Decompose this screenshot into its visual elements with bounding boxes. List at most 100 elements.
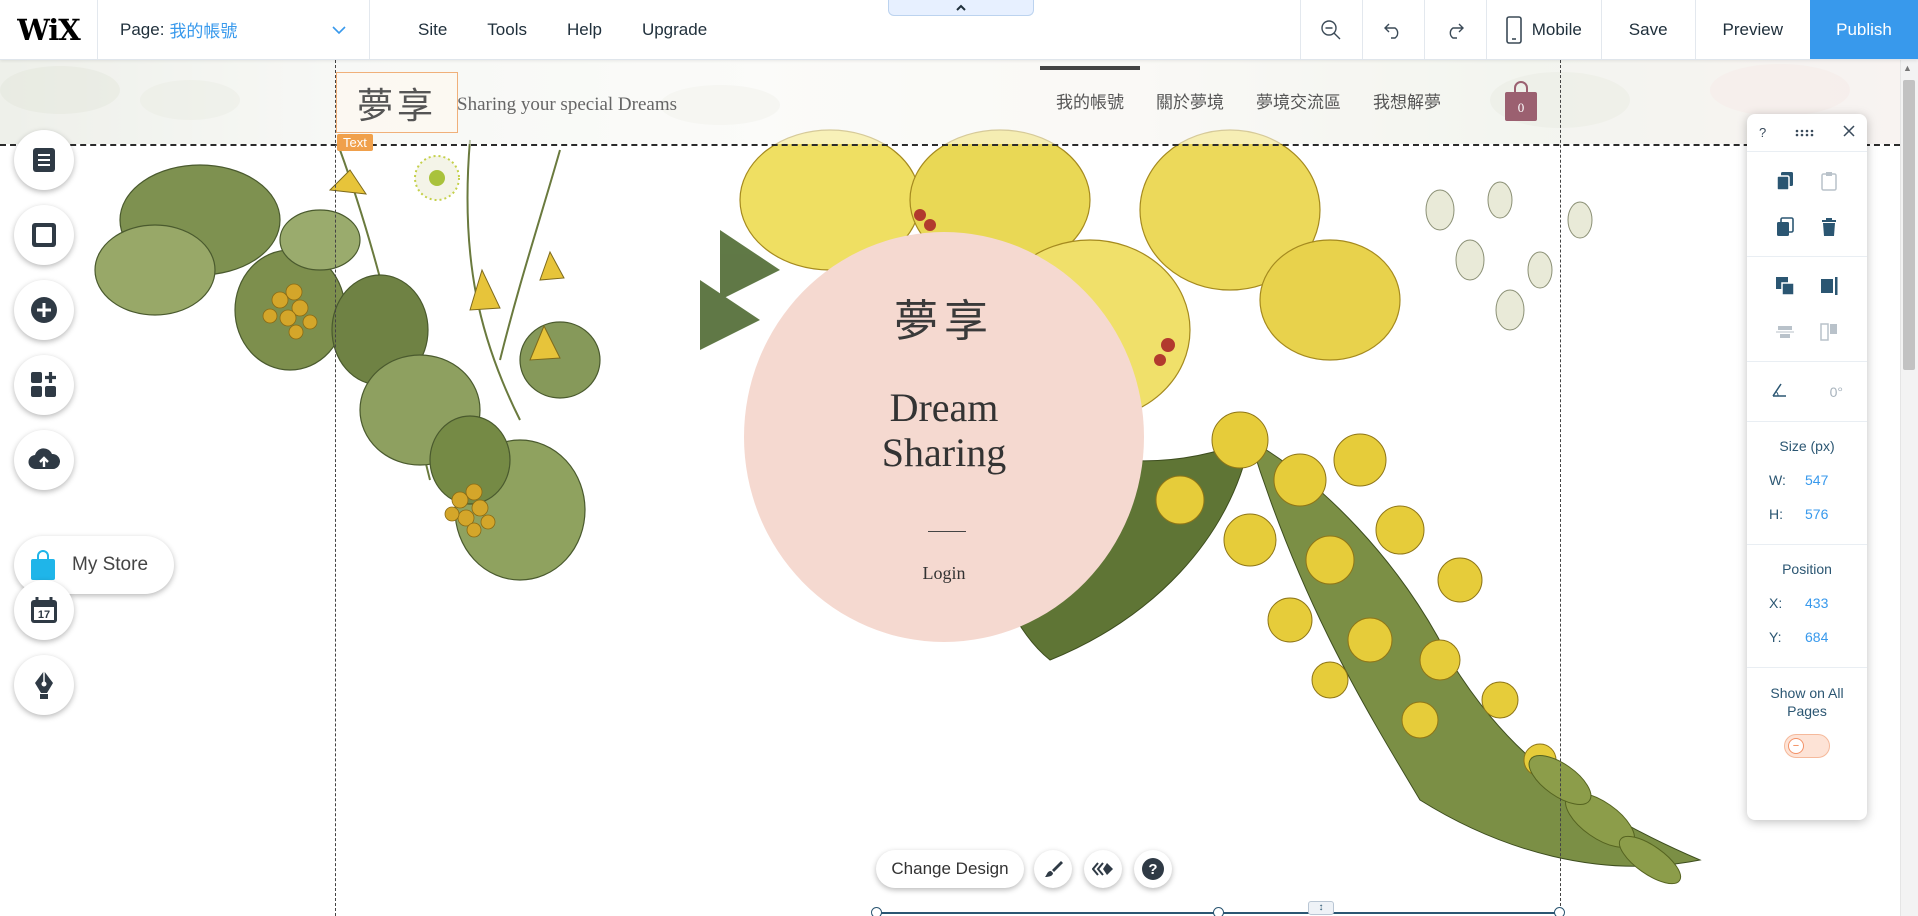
site-tagline[interactable]: Sharing your special Dreams (457, 94, 677, 116)
right-gridline-guide (1560, 60, 1561, 916)
design-brush-button[interactable] (1034, 850, 1072, 888)
publish-button[interactable]: Publish (1810, 0, 1918, 59)
position-section: Position X: 433 Y: 684 (1747, 545, 1867, 668)
svg-text:17: 17 (38, 609, 50, 621)
site-logo-text[interactable]: 夢享 (336, 72, 458, 133)
svg-text:?: ? (1148, 861, 1157, 878)
shopping-bag-icon: 0 (1505, 81, 1537, 121)
menu-help[interactable]: Help (547, 20, 622, 40)
redo-button[interactable] (1423, 0, 1486, 59)
save-button[interactable]: Save (1600, 0, 1695, 59)
height-input[interactable]: 576 (1805, 506, 1845, 522)
selected-element-label: Text (337, 134, 373, 151)
cart-button[interactable]: 0 (1504, 80, 1538, 122)
stretch-handle[interactable]: ↕ (1308, 901, 1334, 915)
site-nav-about-dreams[interactable]: 關於夢境 (1140, 88, 1240, 113)
site-nav-my-account[interactable]: 我的帳號 (1040, 66, 1140, 113)
menu-tools[interactable]: Tools (467, 20, 547, 40)
duplicate-icon[interactable] (1774, 216, 1796, 238)
chevron-down-icon (331, 20, 347, 40)
bookings-button[interactable]: 17 (14, 580, 74, 640)
paste-icon[interactable] (1818, 170, 1840, 192)
plus-icon (31, 297, 57, 323)
blog-button[interactable] (14, 655, 74, 715)
animation-icon (1092, 862, 1113, 876)
background-button[interactable] (14, 205, 74, 265)
header-overlay (0, 60, 1900, 144)
rotation-row: 0° (1747, 362, 1867, 422)
animation-button[interactable] (1084, 850, 1122, 888)
pages-icon (33, 148, 55, 172)
redo-icon (1449, 23, 1465, 39)
background-square-icon (32, 223, 56, 247)
scrollbar-thumb[interactable] (1903, 80, 1915, 370)
pages-menu-button[interactable] (14, 130, 74, 190)
page-label: Page: (120, 19, 165, 39)
drag-handle-icon[interactable] (1795, 125, 1815, 140)
editor-menu: Site Tools Help Upgrade (370, 0, 727, 59)
change-design-button[interactable]: Change Design (876, 850, 1024, 888)
y-input[interactable]: 684 (1805, 629, 1845, 645)
layout-inspector-panel: ? 0° Size (px) W: 547 H: 576 Position X: 43… (1747, 114, 1867, 820)
position-title: Position (1782, 561, 1832, 577)
resize-handle-left[interactable] (871, 907, 882, 916)
header-boundary-guide (0, 144, 1900, 146)
inspector-arrange (1747, 257, 1867, 362)
close-icon[interactable] (1843, 125, 1855, 140)
menu-site[interactable]: Site (398, 20, 467, 40)
wix-logo: WiX (0, 0, 98, 59)
undo-icon (1384, 23, 1399, 39)
match-size-icon[interactable] (1818, 321, 1840, 343)
trash-icon[interactable] (1818, 216, 1840, 238)
mobile-view-button[interactable]: Mobile (1485, 0, 1601, 59)
add-element-button[interactable] (14, 280, 74, 340)
collapse-topbar-tab[interactable] (888, 0, 1034, 16)
distribute-icon[interactable] (1774, 321, 1796, 343)
inspector-help-icon[interactable]: ? (1759, 125, 1766, 140)
menu-upgrade[interactable]: Upgrade (622, 20, 727, 40)
width-input[interactable]: 547 (1805, 472, 1845, 488)
rotate-angle-icon[interactable] (1771, 382, 1787, 401)
login-link[interactable]: Login (744, 563, 1144, 584)
x-input[interactable]: 433 (1805, 595, 1845, 611)
hero-divider (928, 531, 966, 532)
mobile-label: Mobile (1531, 19, 1582, 39)
cart-count: 0 (1518, 100, 1525, 115)
show-on-all-pages-label: Show on All Pages (1770, 685, 1844, 719)
inspector-header: ? (1747, 114, 1867, 152)
show-on-all-pages-toggle[interactable]: − (1784, 734, 1830, 758)
help-button[interactable]: ? (1134, 850, 1172, 888)
zoom-out-button[interactable] (1299, 0, 1362, 59)
resize-handle-center[interactable] (1213, 907, 1224, 916)
mobile-phone-icon (1505, 15, 1522, 44)
site-navigation: 我的帳號 關於夢境 夢境交流區 我想解夢 (1040, 66, 1457, 113)
zoom-out-icon (1321, 19, 1341, 39)
page-selector[interactable]: Page: 我的帳號 (98, 0, 370, 59)
chevron-up-icon (956, 4, 966, 11)
preview-button[interactable]: Preview (1694, 0, 1810, 59)
add-apps-button[interactable] (14, 355, 74, 415)
editor-canvas[interactable]: 夢享 Text Sharing your special Dreams 我的帳號… (0, 60, 1900, 916)
rotation-value[interactable]: 0° (1830, 384, 1843, 400)
resize-handle-right[interactable] (1554, 907, 1565, 916)
cloud-upload-icon (28, 448, 60, 470)
toggle-knob: − (1788, 738, 1804, 754)
site-nav-dream-forum[interactable]: 夢境交流區 (1240, 88, 1357, 113)
copy-icon[interactable] (1774, 170, 1796, 192)
site-nav-interpret-dream[interactable]: 我想解夢 (1357, 88, 1457, 113)
pen-nib-icon (35, 671, 53, 699)
store-bag-icon (31, 550, 55, 580)
media-upload-button[interactable] (14, 430, 74, 490)
width-label: W: (1769, 472, 1786, 488)
left-gridline-guide (335, 60, 336, 916)
size-title: Size (px) (1779, 438, 1835, 454)
inspector-actions (1747, 152, 1867, 257)
hero-logo-text[interactable]: 夢享 (744, 285, 1144, 349)
align-right-icon[interactable] (1818, 275, 1840, 297)
arrange-layers-icon[interactable] (1774, 275, 1796, 297)
question-icon: ? (1142, 858, 1164, 880)
undo-button[interactable] (1361, 0, 1424, 59)
top-right-tools: Mobile Save Preview Publish (1299, 0, 1918, 59)
scroll-up-arrow-icon[interactable]: ▲ (1903, 63, 1912, 73)
hero-title[interactable]: Dream Sharing (744, 385, 1144, 475)
